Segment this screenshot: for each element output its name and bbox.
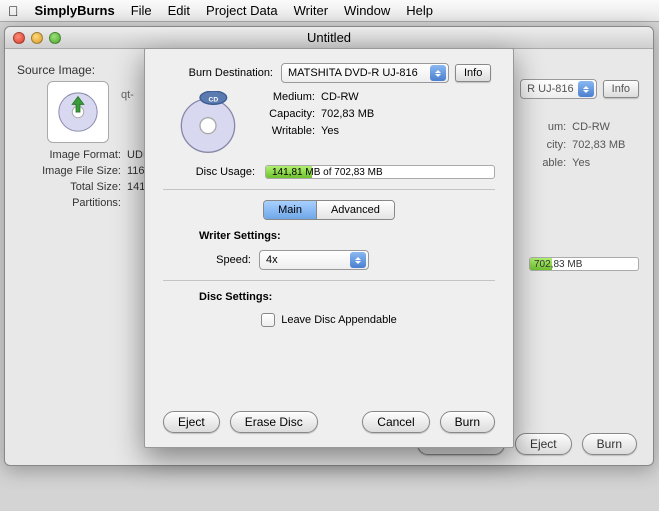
burn-dialog: Burn Destination: MATSHITA DVD-R UJ-816 … [144, 48, 514, 448]
bg-capacity-label: city: [520, 139, 566, 151]
medium-value: CD-RW [321, 91, 359, 103]
source-image-label: Source Image: [17, 59, 105, 77]
burn-destination-label: Burn Destination: [163, 67, 273, 79]
info-button[interactable]: Info [455, 64, 491, 82]
bg-usage-bar: 702,83 MB [529, 257, 639, 271]
menu-project-data[interactable]: Project Data [206, 3, 278, 18]
writable-value: Yes [321, 125, 339, 137]
bg-writable-label: able: [520, 157, 566, 169]
disc-usage-label: Disc Usage: [163, 166, 255, 178]
svg-text:CD: CD [209, 97, 219, 104]
bg-destination-select[interactable]: R UJ-816 [520, 79, 596, 99]
image-format-label: Image Format: [17, 149, 121, 161]
bg-usage-text: 702,83 MB [534, 259, 582, 270]
speed-select[interactable]: 4x [259, 250, 369, 270]
disc-usage-text: 141,81 MB of 702,83 MB [272, 166, 383, 179]
erase-disc-button[interactable]: Erase Disc [230, 411, 318, 433]
tab-main[interactable]: Main [264, 201, 316, 219]
bg-info-button[interactable]: Info [603, 80, 639, 98]
source-image-icon[interactable] [47, 81, 109, 143]
menu-edit[interactable]: Edit [168, 3, 190, 18]
bg-writable-value: Yes [572, 157, 590, 169]
eject-button[interactable]: Eject [163, 411, 220, 433]
app-menu[interactable]: SimplyBurns [35, 3, 115, 18]
menu-writer[interactable]: Writer [294, 3, 328, 18]
appendable-label[interactable]: Leave Disc Appendable [281, 314, 397, 326]
speed-label: Speed: [199, 254, 251, 266]
disc-usage-bar: 141,81 MB of 702,83 MB [265, 165, 495, 179]
disc-settings-label: Disc Settings: [199, 291, 495, 303]
disc-icon: CD [176, 91, 240, 155]
tab-advanced[interactable]: Advanced [316, 201, 394, 219]
burn-button[interactable]: Burn [440, 411, 495, 433]
total-size-label: Total Size: [17, 181, 121, 193]
menu-window[interactable]: Window [344, 3, 390, 18]
main-eject-button[interactable]: Eject [515, 433, 572, 455]
partitions-label: Partitions: [17, 197, 121, 209]
capacity-value: 702,83 MB [321, 108, 374, 120]
menu-file[interactable]: File [131, 3, 152, 18]
apple-menu-icon[interactable]:  [8, 3, 19, 19]
appendable-checkbox[interactable] [261, 313, 275, 327]
capacity-label: Capacity: [253, 108, 315, 120]
source-file-field[interactable]: qt- [121, 89, 134, 101]
bg-destination-panel: R UJ-816 Info um: CD-RW city: 702,83 MB ab… [520, 79, 639, 175]
titlebar[interactable]: Untitled [5, 27, 653, 49]
bg-capacity-value: 702,83 MB [572, 139, 625, 151]
writable-label: Writable: [253, 125, 315, 137]
tab-control: Main Advanced [263, 200, 395, 220]
window-title: Untitled [5, 30, 653, 45]
menu-help[interactable]: Help [406, 3, 433, 18]
image-file-size-label: Image File Size: [17, 165, 121, 177]
main-burn-button[interactable]: Burn [582, 433, 637, 455]
cancel-button[interactable]: Cancel [362, 411, 429, 433]
writer-settings-label: Writer Settings: [199, 230, 495, 242]
burn-destination-select[interactable]: MATSHITA DVD-R UJ-816 [281, 63, 449, 83]
bg-medium-label: um: [520, 121, 566, 133]
medium-label: Medium: [253, 91, 315, 103]
bg-medium-value: CD-RW [572, 121, 610, 133]
menubar:  SimplyBurns File Edit Project Data Wri… [0, 0, 659, 22]
